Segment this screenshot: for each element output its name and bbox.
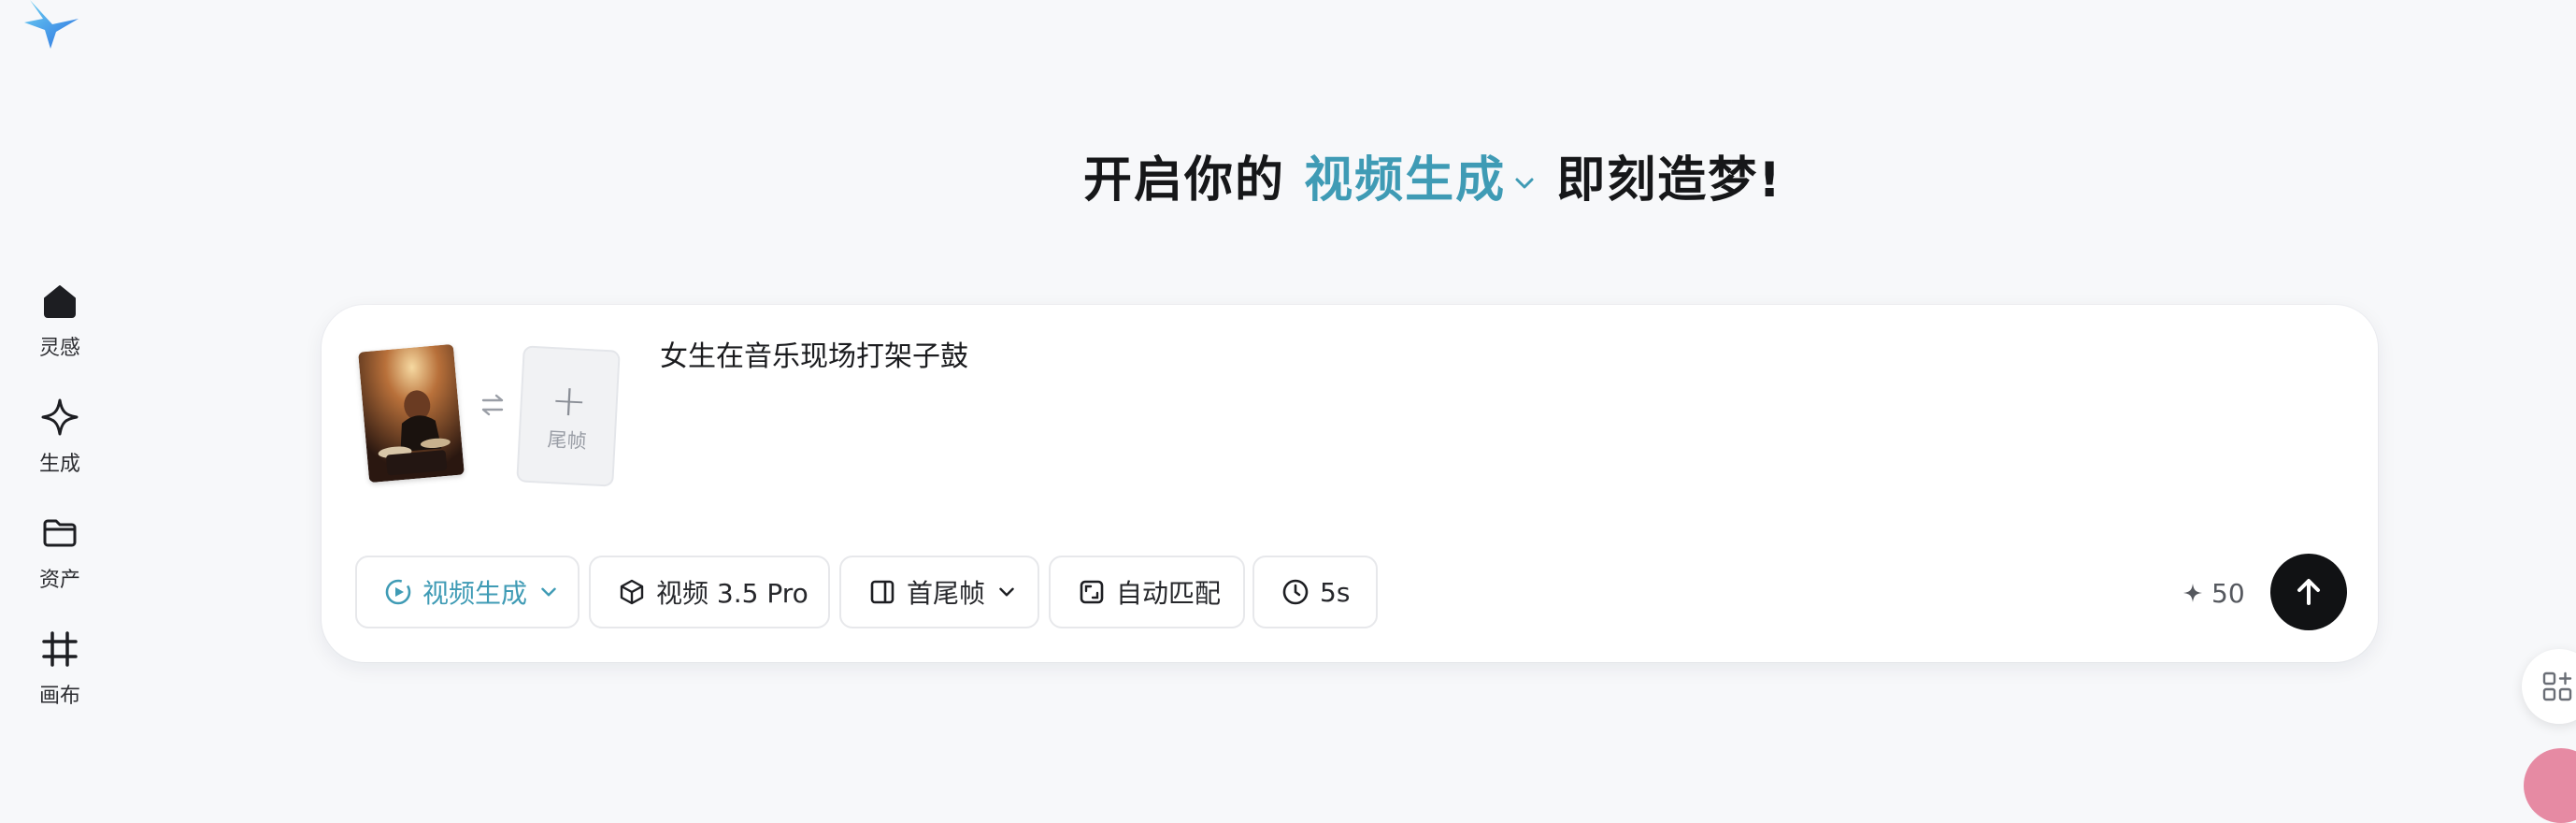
model-select-button[interactable]: 视频 3.5 Pro bbox=[589, 556, 830, 628]
sidebar-item-label: 灵感 bbox=[38, 337, 80, 360]
home-icon bbox=[44, 285, 76, 318]
ratio-select-label: 自动匹配 bbox=[1116, 578, 1222, 609]
sidebar-item-label: 画布 bbox=[38, 685, 80, 708]
folder-icon bbox=[43, 519, 77, 547]
floating-apps-button[interactable] bbox=[2522, 649, 2576, 724]
frames-select-button[interactable]: 首尾帧 bbox=[839, 556, 1039, 628]
sidebar-item-assets[interactable]: 资产 bbox=[0, 513, 120, 615]
headline-prefix: 开启你的 bbox=[1083, 152, 1286, 209]
start-frame-image bbox=[358, 343, 465, 484]
arrow-up-icon bbox=[2297, 579, 2320, 605]
credit-cost-value: 50 bbox=[2211, 577, 2245, 609]
floating-assistant-button[interactable] bbox=[2524, 748, 2576, 823]
duration-select-label: 5s bbox=[1320, 576, 1351, 608]
chevron-down-icon bbox=[541, 587, 556, 597]
start-frame-thumbnail[interactable] bbox=[358, 343, 465, 484]
sparkle-icon bbox=[41, 398, 79, 436]
aspect-ratio-icon bbox=[1080, 580, 1104, 604]
duration-select-button[interactable]: 5s bbox=[1252, 556, 1378, 628]
chevron-down-icon bbox=[999, 587, 1014, 597]
app-logo[interactable] bbox=[24, 0, 86, 52]
video-play-icon bbox=[385, 579, 411, 605]
headline-suffix: 即刻造梦! bbox=[1556, 152, 1782, 209]
cube-icon bbox=[620, 579, 644, 605]
prompt-composer: + 尾帧 女生在音乐现场打架子鼓 视频生成 视频 3.5 Pro 首尾帧 自动匹… bbox=[322, 305, 2378, 662]
page-headline: 开启你的 视频生成 即刻造梦! bbox=[0, 140, 2576, 210]
chevron-down-icon bbox=[1515, 178, 1534, 189]
apps-grid-icon bbox=[2542, 671, 2572, 701]
end-frame-label: 尾帧 bbox=[547, 427, 588, 454]
swap-frames-icon[interactable] bbox=[479, 391, 507, 419]
ratio-select-button[interactable]: 自动匹配 bbox=[1049, 556, 1245, 628]
mode-select-label: 视频生成 bbox=[422, 578, 528, 609]
headline-mode-label: 视频生成 bbox=[1304, 152, 1507, 209]
prompt-input[interactable]: 女生在音乐现场打架子鼓 bbox=[660, 339, 2249, 526]
headline-mode-selector[interactable]: 视频生成 bbox=[1304, 152, 1538, 209]
sidebar-item-canvas[interactable]: 画布 bbox=[0, 628, 120, 731]
end-frame-upload[interactable]: + 尾帧 bbox=[516, 345, 621, 487]
canvas-icon bbox=[42, 631, 78, 667]
mode-select-button[interactable]: 视频生成 bbox=[355, 556, 580, 628]
send-button[interactable] bbox=[2270, 554, 2347, 630]
frames-select-label: 首尾帧 bbox=[907, 578, 986, 609]
credit-cost: 50 bbox=[2182, 574, 2245, 612]
sidebar-item-inspiration[interactable]: 灵感 bbox=[0, 281, 120, 383]
sidebar-item-label: 资产 bbox=[38, 569, 80, 592]
clock-icon bbox=[1282, 579, 1309, 605]
frame-icon bbox=[870, 580, 894, 604]
sidebar-item-label: 生成 bbox=[38, 453, 80, 476]
sidebar-item-generate[interactable]: 生成 bbox=[0, 397, 120, 499]
plus-icon: + bbox=[550, 374, 589, 426]
model-select-label: 视频 3.5 Pro bbox=[656, 578, 809, 609]
credit-sparkle-icon bbox=[2183, 584, 2202, 602]
